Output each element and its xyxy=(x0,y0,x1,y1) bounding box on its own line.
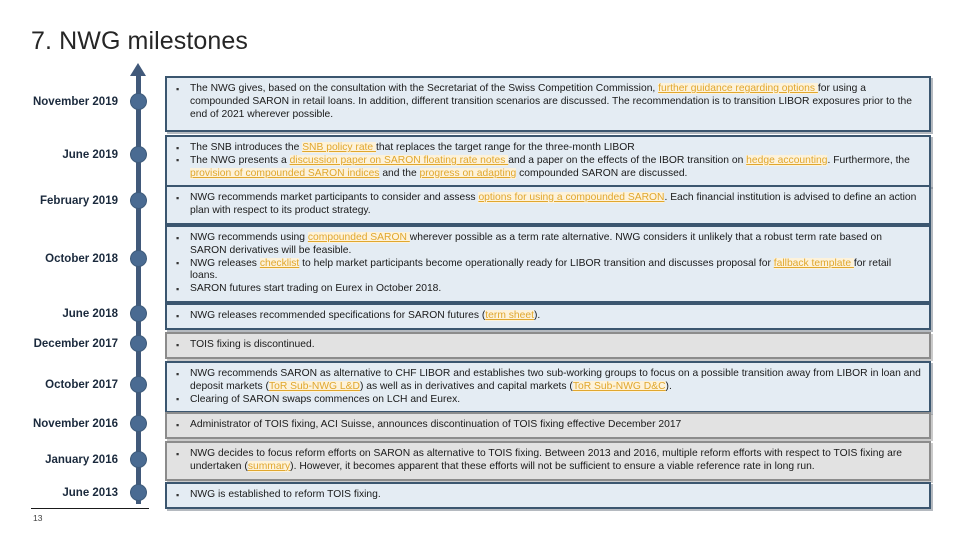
milestone-bullet-list: NWG recommends SARON as alternative to C… xyxy=(173,368,921,406)
footer-divider xyxy=(31,508,149,509)
timeline-node-marker xyxy=(130,335,147,352)
timeline-date-label: November 2016 xyxy=(32,418,118,430)
milestone-text: and a paper on the effects of the IBOR t… xyxy=(508,154,747,166)
milestone-bullet-list: NWG recommends using compounded SARON wh… xyxy=(173,232,921,296)
timeline-node-marker xyxy=(130,415,147,432)
milestone-text: ) as well as in derivatives and capital … xyxy=(359,380,573,392)
milestone-link[interactable]: ToR Sub-NWG D&C xyxy=(572,380,666,392)
milestone-bullet: NWG releases recommended specifications … xyxy=(173,310,921,323)
milestone-text: ). However, it becomes apparent that the… xyxy=(290,460,815,472)
milestone-bullet: NWG is established to reform TOIS fixing… xyxy=(173,489,921,502)
milestone-box: NWG recommends market participants to co… xyxy=(165,185,931,225)
milestone-link[interactable]: hedge accounting xyxy=(746,154,828,166)
milestone-bullet: NWG decides to focus reform efforts on S… xyxy=(173,448,921,474)
milestone-text: NWG is established to reform TOIS fixing… xyxy=(190,489,381,500)
milestone-link[interactable]: SNB policy rate xyxy=(302,142,377,153)
milestone-text: that replaces the target range for the t… xyxy=(376,142,635,153)
milestone-text: SARON futures start trading on Eurex in … xyxy=(190,283,442,295)
milestone-bullet: The SNB introduces the SNB policy rate t… xyxy=(173,142,921,155)
timeline-node-marker xyxy=(130,146,147,163)
milestone-text: NWG recommends market participants to co… xyxy=(190,192,479,203)
milestone-box: NWG recommends using compounded SARON wh… xyxy=(165,225,931,303)
timeline-date-label: June 2013 xyxy=(62,487,118,499)
milestone-text: TOIS fixing is discontinued. xyxy=(190,339,315,350)
milestone-box: TOIS fixing is discontinued. xyxy=(165,332,931,359)
milestone-box: Administrator of TOIS fixing, ACI Suisse… xyxy=(165,412,931,439)
milestone-text: The SNB introduces the xyxy=(190,142,303,153)
milestone-bullet-list: NWG decides to focus reform efforts on S… xyxy=(173,448,921,474)
milestone-text: NWG releases xyxy=(190,257,260,269)
milestone-bullet: The NWG gives, based on the consultation… xyxy=(173,82,921,121)
milestone-bullet: TOIS fixing is discontinued. xyxy=(173,339,921,352)
milestone-bullet-list: The SNB introduces the SNB policy rate t… xyxy=(173,142,921,180)
timeline-node-marker xyxy=(130,451,147,468)
milestone-text: and the xyxy=(379,167,420,179)
milestone-bullet: Administrator of TOIS fixing, ACI Suisse… xyxy=(173,419,921,432)
slide: 7. NWG milestones November 2019 The NWG g… xyxy=(0,0,960,540)
timeline-date-label: November 2019 xyxy=(32,96,118,108)
milestone-text: ). xyxy=(533,310,541,321)
timeline-date-label: February 2019 xyxy=(40,195,118,207)
milestone-box: NWG recommends SARON as alternative to C… xyxy=(165,361,931,414)
milestone-link[interactable]: compounded SARON xyxy=(307,232,410,243)
milestone-bullet: NWG recommends market participants to co… xyxy=(173,192,921,218)
milestone-bullet-list: Administrator of TOIS fixing, ACI Suisse… xyxy=(173,419,921,432)
milestone-box: The NWG gives, based on the consultation… xyxy=(165,76,931,132)
timeline-node-marker xyxy=(130,93,147,110)
milestone-text: to help market participants become opera… xyxy=(299,257,774,269)
milestone-box: NWG decides to focus reform efforts on S… xyxy=(165,441,931,481)
milestone-link[interactable]: ToR Sub-NWG L&D xyxy=(268,380,360,392)
milestone-bullet-list: NWG recommends market participants to co… xyxy=(173,192,921,218)
timeline-node-marker xyxy=(130,484,147,501)
milestone-bullet-list: TOIS fixing is discontinued. xyxy=(173,339,921,352)
milestone-link[interactable]: progress on adapting xyxy=(419,167,517,179)
milestone-text: NWG recommends using xyxy=(190,232,308,243)
timeline-node-marker xyxy=(130,192,147,209)
milestone-bullet-list: The NWG gives, based on the consultation… xyxy=(173,82,921,121)
milestone-text: The NWG gives, based on the consultation… xyxy=(190,83,659,94)
milestone-link[interactable]: provision of compounded SARON indices xyxy=(190,167,380,179)
milestone-bullet: NWG releases checklist to help market pa… xyxy=(173,257,921,284)
milestone-bullet: Clearing of SARON swaps commences on LCH… xyxy=(173,393,921,407)
timeline-node-marker xyxy=(130,250,147,267)
timeline-date-label: December 2017 xyxy=(33,338,118,350)
timeline-date-label: June 2019 xyxy=(62,149,118,161)
page-number: 13 xyxy=(33,513,43,523)
milestone-bullet-list: NWG is established to reform TOIS fixing… xyxy=(173,489,921,502)
milestone-text: The NWG presents a xyxy=(190,154,290,166)
milestone-link[interactable]: options for using a compounded SARON xyxy=(478,192,665,203)
milestone-text: Clearing of SARON swaps commences on LCH… xyxy=(190,393,461,405)
milestone-bullet: The NWG presents a discussion paper on S… xyxy=(173,154,921,181)
milestone-link[interactable]: fallback template xyxy=(773,257,854,269)
milestone-bullet-list: NWG releases recommended specifications … xyxy=(173,310,921,323)
timeline-date-label: October 2017 xyxy=(45,379,118,391)
milestone-link[interactable]: term sheet xyxy=(485,310,534,321)
milestone-link[interactable]: discussion paper on SARON floating rate … xyxy=(289,154,509,166)
milestone-bullet: SARON futures start trading on Eurex in … xyxy=(173,283,921,296)
milestone-link[interactable]: checklist xyxy=(259,257,300,269)
milestone-link[interactable]: further guidance regarding options xyxy=(658,83,818,94)
timeline-node-marker xyxy=(130,376,147,393)
timeline-axis xyxy=(136,72,141,504)
milestone-text: ). xyxy=(665,380,672,392)
milestone-link[interactable]: summary xyxy=(247,460,291,472)
page-title: 7. NWG milestones xyxy=(31,27,249,55)
timeline-date-label: January 2016 xyxy=(45,454,118,466)
milestone-bullet: NWG recommends SARON as alternative to C… xyxy=(173,368,921,394)
milestone-bullet: NWG recommends using compounded SARON wh… xyxy=(173,232,921,258)
milestone-box: The SNB introduces the SNB policy rate t… xyxy=(165,135,931,188)
milestone-box: NWG releases recommended specifications … xyxy=(165,303,931,330)
timeline-date-label: June 2018 xyxy=(62,308,118,320)
milestone-text: NWG releases recommended specifications … xyxy=(190,310,486,321)
timeline-node-marker xyxy=(130,305,147,322)
milestone-text: . Furthermore, the xyxy=(827,154,910,166)
milestone-text: Administrator of TOIS fixing, ACI Suisse… xyxy=(190,419,682,430)
timeline-date-label: October 2018 xyxy=(45,253,118,265)
milestone-box: NWG is established to reform TOIS fixing… xyxy=(165,482,931,509)
milestone-text: compounded SARON are discussed. xyxy=(516,167,688,179)
